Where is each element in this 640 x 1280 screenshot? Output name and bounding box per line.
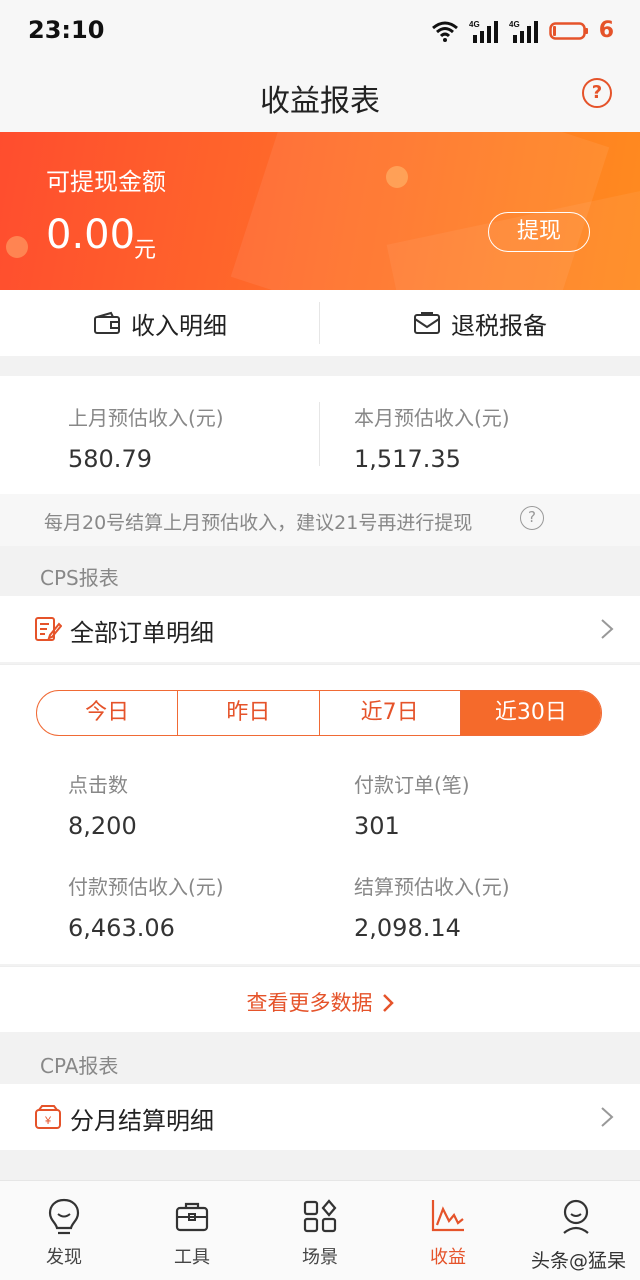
order-edit-icon [35, 617, 62, 641]
user-icon [563, 1199, 589, 1234]
this-month-label: 本月预估收入(元) [354, 406, 510, 430]
last-month-value: 580.79 [68, 445, 152, 473]
all-orders-link[interactable]: 全部订单明细 [0, 596, 640, 662]
coin-decoration-2 [6, 236, 28, 258]
orders-label: 付款订单(笔) [354, 773, 470, 797]
monthly-income-card: 上月预估收入(元) 580.79 本月预估收入(元) 1,517.35 [0, 376, 640, 494]
help-icon[interactable]: ? [582, 78, 612, 108]
cpa-section-title: CPA报表 [40, 1054, 119, 1078]
monthly-settlement-label: 分月结算明细 [70, 1107, 214, 1135]
settled-income-label: 结算预估收入(元) [354, 875, 510, 899]
divider [319, 402, 320, 466]
chevron-right-icon [601, 619, 614, 639]
cpa-section-header: CPA报表 [0, 1034, 640, 1084]
wifi-icon [431, 21, 458, 42]
orders-value: 301 [354, 812, 400, 840]
tab-discover-label: 发现 [46, 1247, 82, 1268]
paid-income-value: 6,463.06 [68, 914, 175, 942]
clicks-label: 点击数 [68, 773, 128, 797]
quick-links: 收入明细 退税报备 [0, 290, 640, 356]
balance-amount: 0.00 [46, 212, 136, 258]
wallet-icon [94, 311, 120, 334]
yen-wallet-icon: ¥ [35, 1105, 61, 1129]
tab-30-days[interactable]: 近30日 [460, 691, 601, 735]
settled-income-value: 2,098.14 [354, 914, 461, 942]
this-month-income: 本月预估收入(元) 1,517.35 [354, 402, 510, 473]
more-data-label: 查看更多数据 [246, 991, 373, 1015]
battery-icon [548, 21, 588, 40]
battery-level: 6 [598, 18, 614, 43]
tab-yesterday[interactable]: 昨日 [178, 691, 320, 735]
svg-text:4G: 4G [469, 20, 480, 29]
last-month-label: 上月预估收入(元) [68, 406, 224, 430]
paid-income-stat: 付款预估收入(元) 6,463.06 [68, 871, 224, 942]
status-time: 23:10 [28, 16, 105, 44]
all-orders-label: 全部订单明细 [70, 619, 214, 647]
tab-scenes[interactable]: 场景 [256, 1181, 384, 1280]
date-range-tabs: 今日 昨日 近7日 近30日 [36, 690, 602, 736]
status-icons: 4G 4G 6 [431, 18, 614, 43]
income-detail-label: 收入明细 [131, 311, 227, 340]
signal-4g-icon-2: 4G [509, 20, 538, 43]
clicks-value: 8,200 [68, 812, 137, 840]
tab-earnings-label: 收益 [430, 1247, 466, 1268]
clicks-stat: 点击数 8,200 [68, 769, 137, 840]
coin-decoration [386, 166, 408, 188]
svg-text:4G: 4G [509, 20, 520, 29]
divider [319, 302, 320, 344]
last-month-income: 上月预估收入(元) 580.79 [68, 402, 224, 473]
tab-discover[interactable]: 发现 [0, 1181, 128, 1280]
tab-scenes-label: 场景 [302, 1247, 338, 1268]
status-bar: 23:10 4G 4G 6 [0, 0, 640, 62]
watermark: 头条@猛杲 [530, 1250, 626, 1272]
bulb-face-icon [48, 1198, 80, 1235]
page-title: 收益报表 [260, 84, 380, 119]
grid-icon [303, 1199, 337, 1233]
cps-stats-card: 今日 昨日 近7日 近30日 点击数 8,200 付款订单(笔) 301 付款预… [0, 664, 640, 964]
income-detail-link[interactable]: 收入明细 [0, 290, 320, 356]
tab-earnings[interactable]: 收益 [384, 1181, 512, 1280]
orders-stat: 付款订单(笔) 301 [354, 769, 470, 840]
withdraw-button[interactable]: 提现 [488, 212, 590, 252]
balance-label: 可提现金额 [46, 168, 166, 196]
tab-today[interactable]: 今日 [37, 691, 179, 735]
chevron-right-icon [601, 1107, 614, 1127]
tab-tools[interactable]: 工具 [128, 1181, 256, 1280]
this-month-value: 1,517.35 [354, 445, 461, 473]
svg-text:¥: ¥ [44, 1115, 52, 1127]
tab-7-days[interactable]: 近7日 [320, 691, 461, 735]
tab-tools-label: 工具 [174, 1247, 210, 1268]
title-bar: 收益报表 ? [0, 62, 640, 132]
monthly-settlement-link[interactable]: ¥ 分月结算明细 [0, 1084, 640, 1150]
chart-icon [431, 1200, 464, 1232]
notice-text: 每月20号结算上月预估收入，建议21号再进行提现 [44, 512, 473, 534]
chevron-right-icon [382, 994, 394, 1012]
settled-income-stat: 结算预估收入(元) 2,098.14 [354, 871, 510, 942]
envelope-icon [414, 312, 440, 334]
paid-income-label: 付款预估收入(元) [68, 875, 224, 899]
more-data-link[interactable]: 查看更多数据 [0, 966, 640, 1032]
notice-help-icon[interactable]: ? [520, 506, 544, 530]
cps-section-header: CPS报表 [0, 546, 640, 596]
cps-section-title: CPS报表 [40, 566, 119, 590]
balance-banner: 可提现金额 0.00 元 提现 [0, 132, 640, 290]
briefcase-icon [175, 1202, 209, 1232]
balance-unit: 元 [134, 238, 157, 263]
signal-4g-icon: 4G [469, 20, 498, 43]
tax-report-link[interactable]: 退税报备 [320, 290, 640, 356]
settlement-notice: 每月20号结算上月预估收入，建议21号再进行提现 ? [0, 494, 640, 546]
tax-report-label: 退税报备 [451, 311, 547, 340]
